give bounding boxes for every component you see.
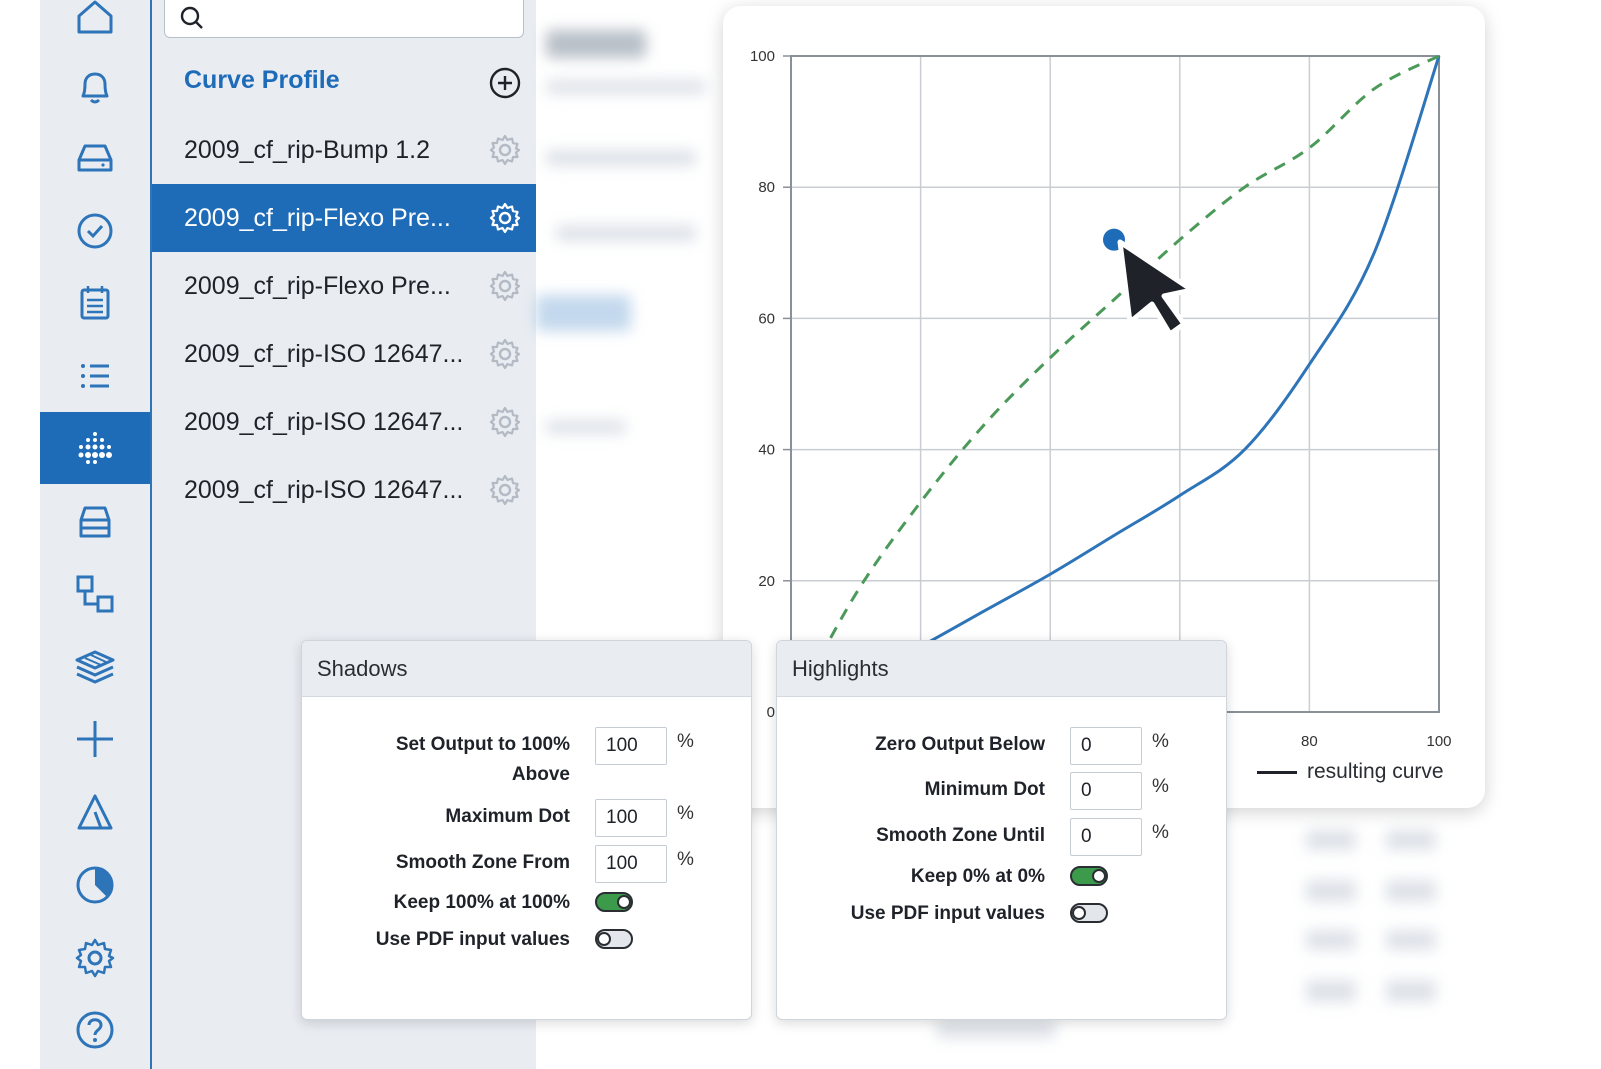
max-dot-label: Maximum Dot (445, 806, 570, 827)
y-tick-label: 0 (767, 704, 775, 721)
nav-crop[interactable] (40, 703, 150, 775)
profile-settings-gear-icon[interactable] (488, 133, 522, 167)
gear-icon (75, 938, 115, 978)
search-icon (180, 6, 203, 29)
plot-frame (790, 55, 1440, 713)
nav-calendar[interactable] (40, 267, 150, 339)
highlights-dialog: Highlights Zero Output Below % Minimum D… (776, 640, 1227, 1020)
help-icon (76, 1011, 114, 1049)
nav-list[interactable] (40, 340, 150, 412)
highlights-title: Highlights (777, 641, 1226, 697)
profile-settings-gear-icon[interactable] (488, 337, 522, 371)
keep-100-toggle[interactable] (595, 892, 633, 912)
percent-unit: % (677, 731, 694, 752)
smooth-until-label: Smooth Zone Until (876, 825, 1045, 846)
percent-unit: % (1152, 731, 1169, 752)
target-curve-line (789, 54, 1440, 713)
add-profile-icon[interactable] (488, 66, 522, 100)
profile-label: 2009_cf_rip-ISO 12647... (184, 407, 464, 436)
keep-0-toggle[interactable] (1070, 866, 1108, 886)
keep-100-label: Keep 100% at 100% (393, 892, 570, 913)
min-dot-input[interactable] (1070, 772, 1142, 810)
smooth-from-input[interactable] (595, 845, 667, 883)
profile-item[interactable]: 2009_cf_rip-Flexo Pre... (152, 184, 536, 252)
profile-label: 2009_cf_rip-ISO 12647... (184, 475, 464, 504)
percent-unit: % (677, 849, 694, 870)
smooth-from-label: Smooth Zone From (395, 852, 570, 873)
nav-help[interactable] (40, 994, 150, 1066)
profile-item[interactable]: 2009_cf_rip-ISO 12647... (152, 388, 536, 456)
profile-label: 2009_cf_rip-ISO 12647... (184, 339, 464, 368)
crop-icon (77, 721, 113, 757)
max-dot-input[interactable] (595, 799, 667, 837)
nav-workflow[interactable] (40, 558, 150, 630)
profile-settings-gear-icon[interactable] (488, 405, 522, 439)
profile-item[interactable]: 2009_cf_rip-Bump 1.2 (152, 116, 536, 184)
chart-legend: resulting curve (1257, 760, 1444, 784)
set-output-label: Set Output to 100% (395, 734, 570, 755)
highlights-pdf-toggle[interactable] (1070, 903, 1108, 923)
dot-grid-icon (78, 432, 112, 464)
smooth-until-input[interactable] (1070, 818, 1142, 856)
nav-approvals[interactable] (40, 195, 150, 267)
y-tick-label: 20 (758, 573, 775, 590)
x-tick-label: 100 (1426, 733, 1451, 750)
profile-settings-gear-icon[interactable] (488, 269, 522, 303)
profile-item[interactable]: 2009_cf_rip-ISO 12647... (152, 320, 536, 388)
highlights-pdf-label: Use PDF input values (850, 903, 1045, 924)
bell-icon (81, 72, 109, 104)
search-box[interactable] (164, 0, 524, 38)
legend-swatch (1257, 770, 1297, 774)
shadows-title: Shadows (302, 641, 751, 697)
set-output-input[interactable] (595, 727, 667, 765)
percent-unit: % (1152, 776, 1169, 797)
nodes-icon (76, 575, 114, 613)
profile-label: 2009_cf_rip-Bump 1.2 (184, 135, 430, 164)
triangle-icon (77, 794, 113, 830)
zero-output-label: Zero Output Below (875, 734, 1045, 755)
home-icon (77, 0, 113, 34)
nav-triangle[interactable] (40, 776, 150, 848)
nav-curves[interactable] (40, 412, 150, 484)
nav-layers[interactable] (40, 630, 150, 702)
percent-unit: % (677, 803, 694, 824)
calendar-icon (80, 286, 110, 320)
x-tick-label: 80 (1301, 733, 1318, 750)
nav-storage[interactable] (40, 122, 150, 194)
tray-icon (79, 506, 111, 538)
drive-icon (77, 144, 113, 172)
shadows-pdf-toggle[interactable] (595, 929, 633, 949)
icon-rail (40, 0, 152, 1069)
panel-title: Curve Profile (184, 66, 340, 94)
shadows-dialog: Shadows Set Output to 100% Above % Maxim… (301, 640, 752, 1020)
check-circle-icon (77, 213, 113, 249)
nav-tray[interactable] (40, 486, 150, 558)
resulting-curve-line (790, 55, 1441, 714)
zero-output-input[interactable] (1070, 727, 1142, 765)
profile-label: 2009_cf_rip-Flexo Pre... (184, 271, 451, 300)
keep-0-label: Keep 0% at 0% (910, 866, 1045, 887)
y-tick-label: 100 (750, 48, 775, 65)
min-dot-label: Minimum Dot (924, 779, 1045, 800)
pie-icon (76, 866, 114, 904)
shadows-pdf-label: Use PDF input values (375, 929, 570, 950)
nav-settings[interactable] (40, 922, 150, 994)
nav-notifications[interactable] (40, 50, 150, 122)
profile-settings-gear-icon[interactable] (488, 473, 522, 507)
y-tick-label: 80 (758, 179, 775, 196)
profile-settings-gear-icon[interactable] (488, 201, 522, 235)
profile-item[interactable]: 2009_cf_rip-Flexo Pre... (152, 252, 536, 320)
nav-home[interactable] (40, 0, 150, 52)
profile-label: 2009_cf_rip-Flexo Pre... (184, 203, 451, 232)
layers-icon (75, 650, 115, 684)
list-icon (81, 364, 109, 388)
percent-unit: % (1152, 822, 1169, 843)
set-output-label-2: Above (511, 764, 570, 785)
mouse-cursor-icon (1117, 239, 1195, 337)
y-tick-label: 60 (758, 310, 775, 327)
y-tick-label: 40 (758, 442, 775, 459)
nav-reports[interactable] (40, 849, 150, 921)
legend-label: resulting curve (1307, 760, 1444, 783)
profile-item[interactable]: 2009_cf_rip-ISO 12647... (152, 456, 536, 524)
